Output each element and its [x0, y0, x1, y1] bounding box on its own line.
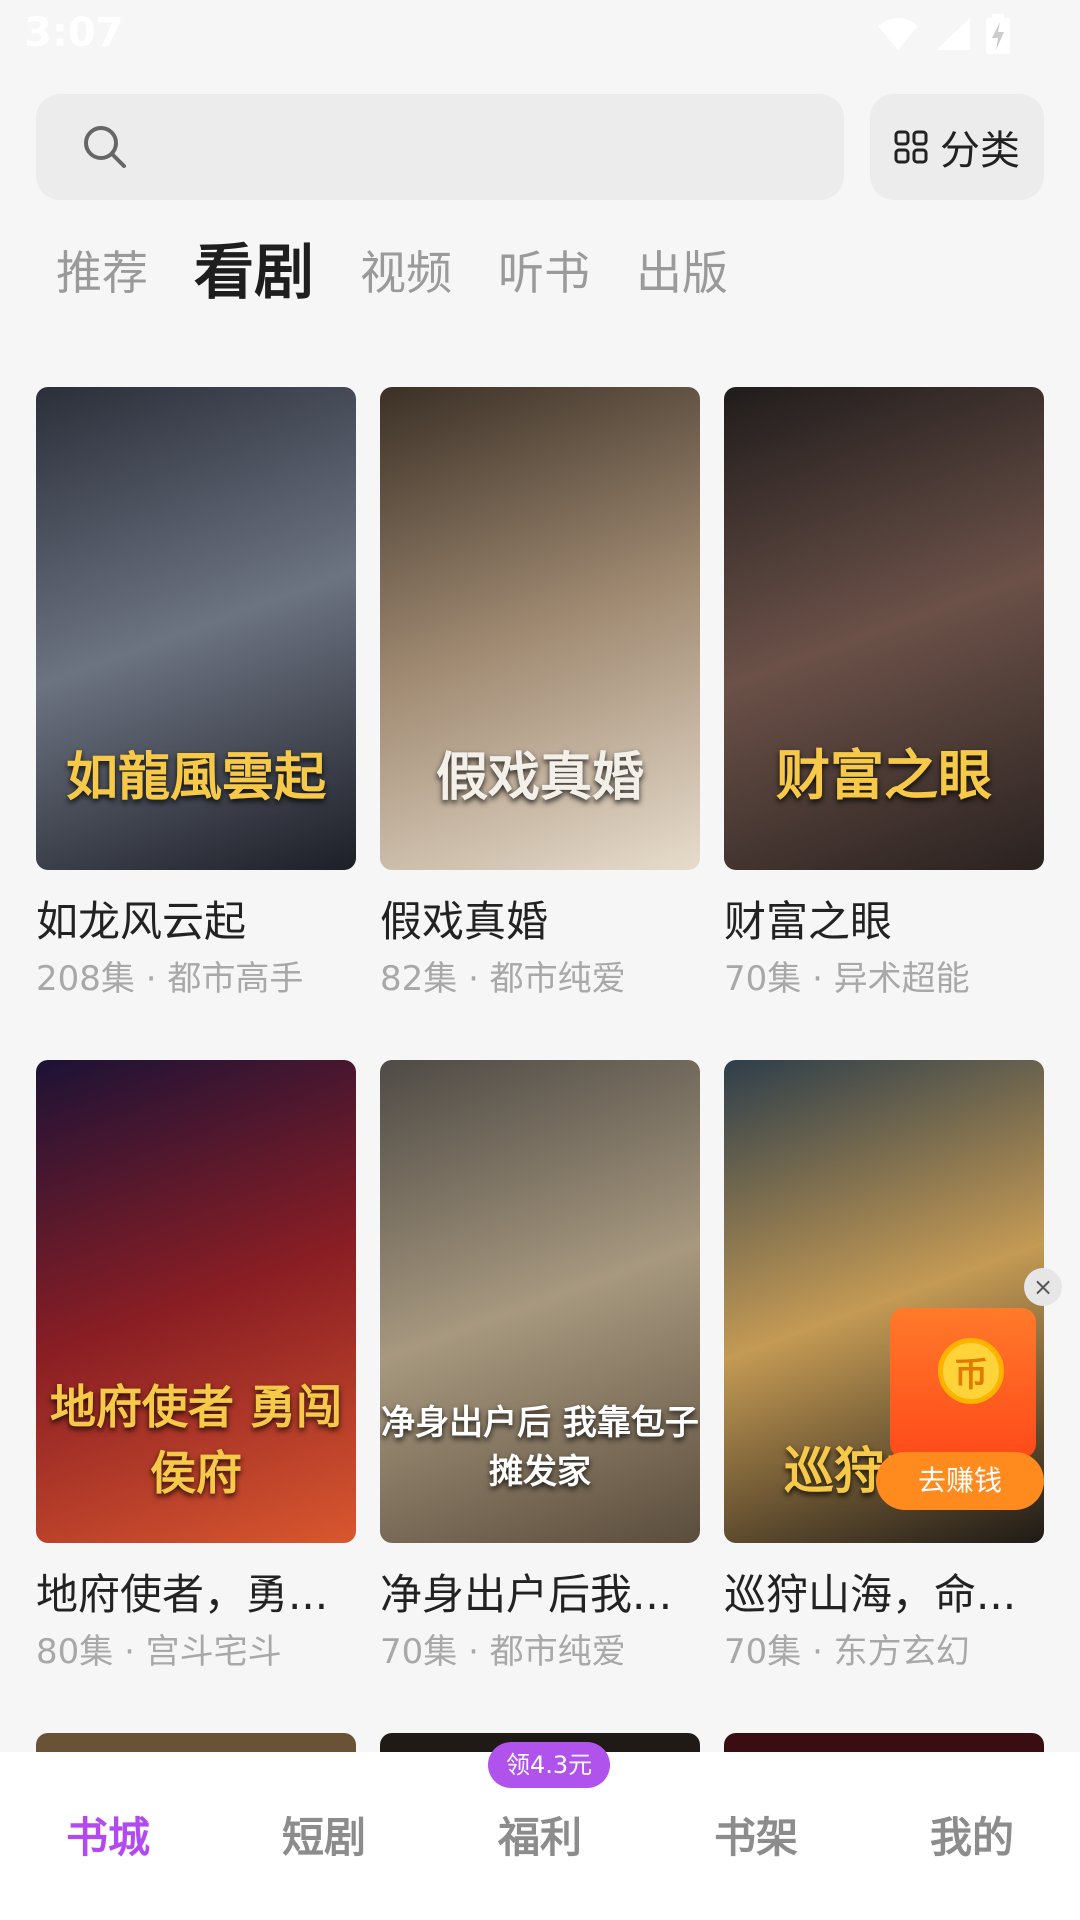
bottom-nav: 书城 短剧 领4.3元 福利 书架 我的 — [0, 1742, 1080, 1920]
status-bar: 3:07 — [0, 0, 1080, 72]
poster-title-text: 假戏真婚 — [435, 747, 644, 808]
drama-card[interactable]: 净身出户后 我靠包子摊发家 净身出户后我... 70集 · 都市纯爱 — [380, 1060, 700, 1675]
grid-icon — [894, 130, 928, 164]
drama-poster[interactable]: 财富之眼 — [724, 387, 1044, 870]
poster-title-text: 如龍風雲起 — [65, 747, 326, 808]
drama-poster[interactable]: 地府使者 勇闯侯府 — [36, 1060, 356, 1543]
signal-icon — [936, 18, 970, 50]
tab-recommend[interactable]: 推荐 — [56, 238, 148, 308]
tab-video[interactable]: 视频 — [360, 238, 452, 308]
tab-drama[interactable]: 看剧 — [194, 238, 314, 308]
nav-label: 我的 — [929, 1813, 1014, 1862]
tab-audiobook[interactable]: 听书 — [498, 238, 590, 308]
earn-money-button[interactable]: 去赚钱 — [876, 1452, 1044, 1510]
nav-label: 福利 — [497, 1813, 582, 1862]
drama-title: 巡狩山海，命... — [724, 1570, 1017, 1619]
red-envelope-icon[interactable]: 币 — [890, 1308, 1036, 1458]
drama-card[interactable]: 地府使者 勇闯侯府 地府使者，勇... 80集 · 宫斗宅斗 — [36, 1060, 356, 1675]
category-button[interactable]: 分类 — [870, 94, 1044, 200]
welfare-badge: 领4.3元 — [488, 1742, 611, 1788]
nav-label: 短剧 — [281, 1813, 366, 1862]
drama-card[interactable]: 假戏真婚 假戏真婚 82集 · 都市纯爱 — [380, 387, 700, 1002]
tab-publish[interactable]: 出版 — [636, 238, 728, 308]
poster-title-text: 净身出户后 我靠包子摊发家 — [381, 1403, 699, 1492]
category-label: 分类 — [940, 128, 1020, 174]
nav-bookshelf[interactable]: 书架 — [648, 1752, 864, 1920]
nav-short-drama[interactable]: 短剧 — [216, 1752, 432, 1920]
nav-bookstore[interactable]: 书城 — [0, 1752, 216, 1920]
earn-money-widget[interactable]: × 币 去赚钱 — [876, 1268, 1062, 1518]
drama-poster[interactable]: 假戏真婚 — [380, 387, 700, 870]
coin-icon: 币 — [938, 1338, 1004, 1404]
drama-meta: 70集 · 都市纯爱 — [380, 1632, 626, 1672]
nav-label: 书架 — [713, 1813, 798, 1862]
close-icon[interactable]: × — [1024, 1268, 1062, 1306]
status-time: 3:07 — [24, 10, 124, 56]
poster-title-text: 地府使者 勇闯侯府 — [49, 1380, 342, 1500]
poster-title-text: 财富之眼 — [776, 743, 992, 807]
drama-card[interactable]: 财富之眼 财富之眼 70集 · 异术超能 — [724, 387, 1044, 1002]
content-tabs: 推荐 看剧 视频 听书 出版 — [56, 238, 728, 308]
drama-title: 净身出户后我... — [380, 1570, 673, 1619]
drama-poster[interactable]: 净身出户后 我靠包子摊发家 — [380, 1060, 700, 1543]
drama-meta: 80集 · 宫斗宅斗 — [36, 1632, 282, 1672]
drama-meta: 70集 · 异术超能 — [724, 959, 970, 999]
wifi-icon — [878, 18, 918, 50]
drama-meta: 208集 · 都市高手 — [36, 959, 304, 999]
drama-title: 财富之眼 — [724, 897, 893, 946]
drama-title: 如龙风云起 — [36, 897, 247, 946]
drama-poster[interactable]: 如龍風雲起 — [36, 387, 356, 870]
nav-profile[interactable]: 我的 — [864, 1752, 1080, 1920]
search-row: 分类 — [36, 94, 1044, 200]
search-input[interactable] — [36, 94, 844, 200]
drama-meta: 82集 · 都市纯爱 — [380, 959, 626, 999]
battery-icon — [986, 14, 1010, 54]
drama-title: 假戏真婚 — [380, 897, 549, 946]
nav-label: 书城 — [65, 1813, 150, 1862]
nav-welfare[interactable]: 领4.3元 福利 — [432, 1742, 648, 1920]
drama-meta: 70集 · 东方玄幻 — [724, 1632, 970, 1672]
drama-card[interactable]: 如龍風雲起 如龙风云起 208集 · 都市高手 — [36, 387, 356, 1002]
drama-title: 地府使者，勇... — [36, 1570, 329, 1619]
status-icons — [876, 14, 1010, 54]
search-icon — [84, 126, 126, 168]
